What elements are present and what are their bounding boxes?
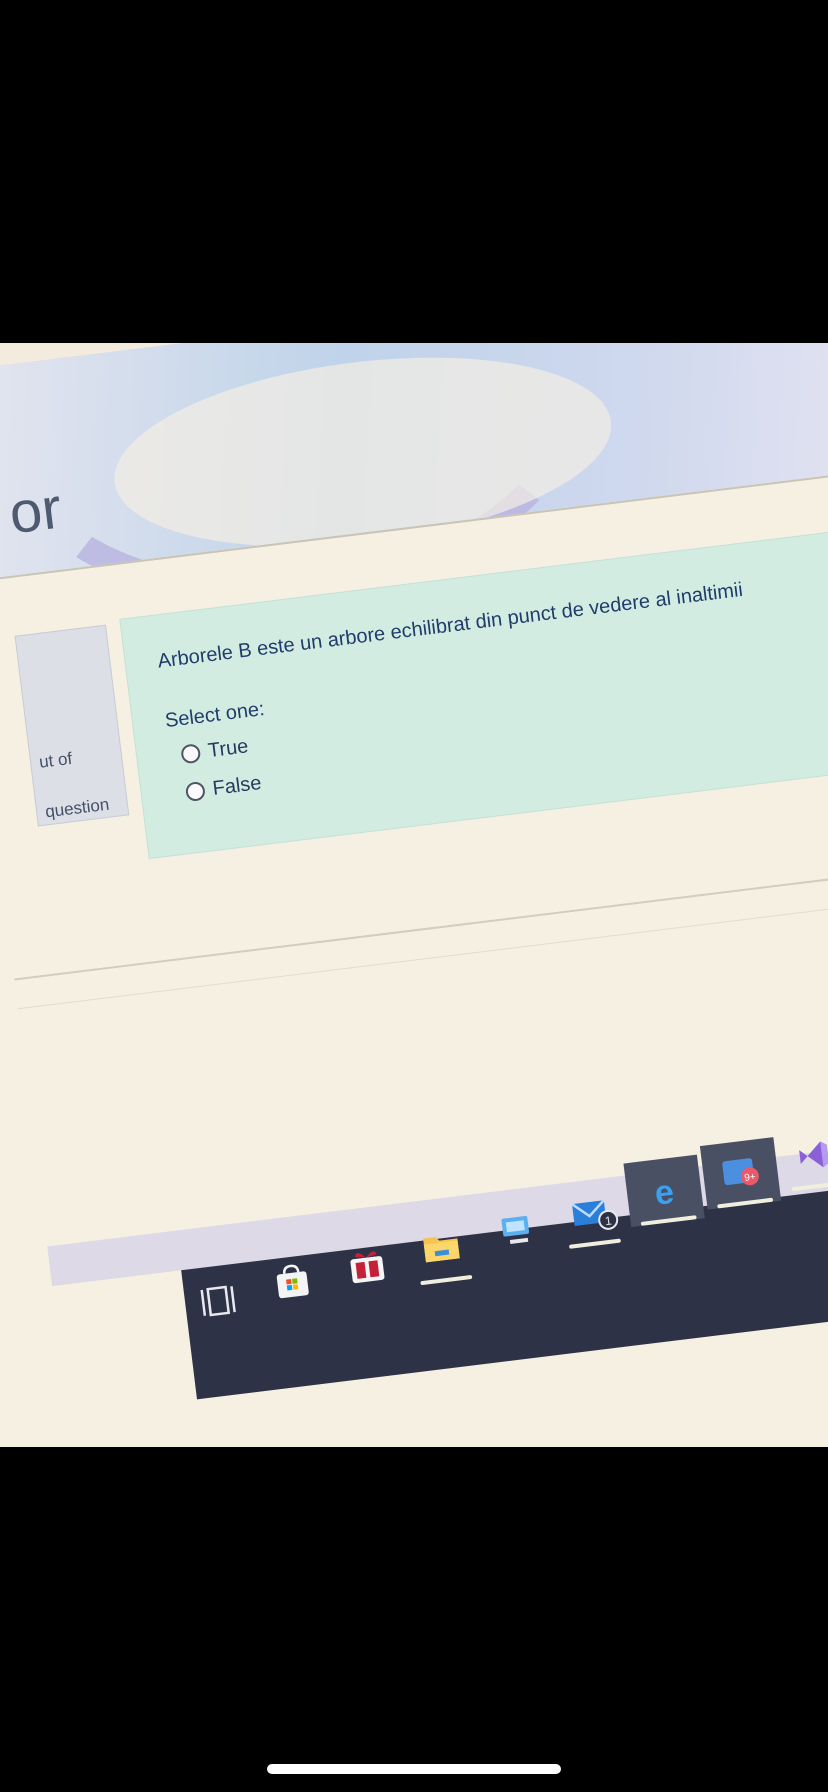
question-mark-text: ut of (38, 748, 74, 772)
svg-text:e: e (653, 1173, 676, 1213)
divider (14, 859, 828, 981)
page-title: or (5, 475, 65, 547)
home-indicator[interactable] (267, 1764, 561, 1774)
divider (17, 888, 828, 1010)
gift-icon[interactable] (343, 1241, 390, 1288)
course-banner (0, 343, 828, 582)
edge-icon[interactable]: e (641, 1168, 688, 1215)
question-info-box: ut of question (14, 624, 130, 827)
select-one-prompt: Select one: (163, 698, 266, 733)
browser-page: or ut of question Arborele B este un arb… (0, 343, 828, 1447)
screen-photo: or ut of question Arborele B este un arb… (0, 343, 828, 1447)
mail-icon[interactable]: 1 (567, 1190, 619, 1237)
active-app-indicator (568, 1238, 622, 1249)
option-true-label[interactable]: True (207, 735, 250, 763)
radio-false[interactable] (184, 780, 206, 803)
photos-icon[interactable]: 9+ (717, 1149, 764, 1196)
active-app-indicator (420, 1274, 473, 1286)
task-view-icon[interactable] (195, 1278, 242, 1325)
visual-studio-icon[interactable] (789, 1132, 828, 1179)
question-text: Arborele B este un arbore echilibrat din… (156, 578, 744, 673)
remote-desktop-icon[interactable] (492, 1207, 539, 1254)
microsoft-store-icon[interactable] (269, 1258, 316, 1305)
radio-true[interactable] (180, 743, 202, 765)
photos-badge: 9+ (744, 1172, 757, 1184)
option-false[interactable]: False (184, 772, 263, 804)
option-true[interactable]: True (180, 735, 250, 766)
flag-question-link[interactable]: question (44, 795, 110, 823)
file-explorer-icon[interactable] (418, 1224, 465, 1271)
question-box: Arborele B este un arbore echilibrat din… (119, 518, 828, 860)
option-false-label[interactable]: False (211, 772, 262, 801)
